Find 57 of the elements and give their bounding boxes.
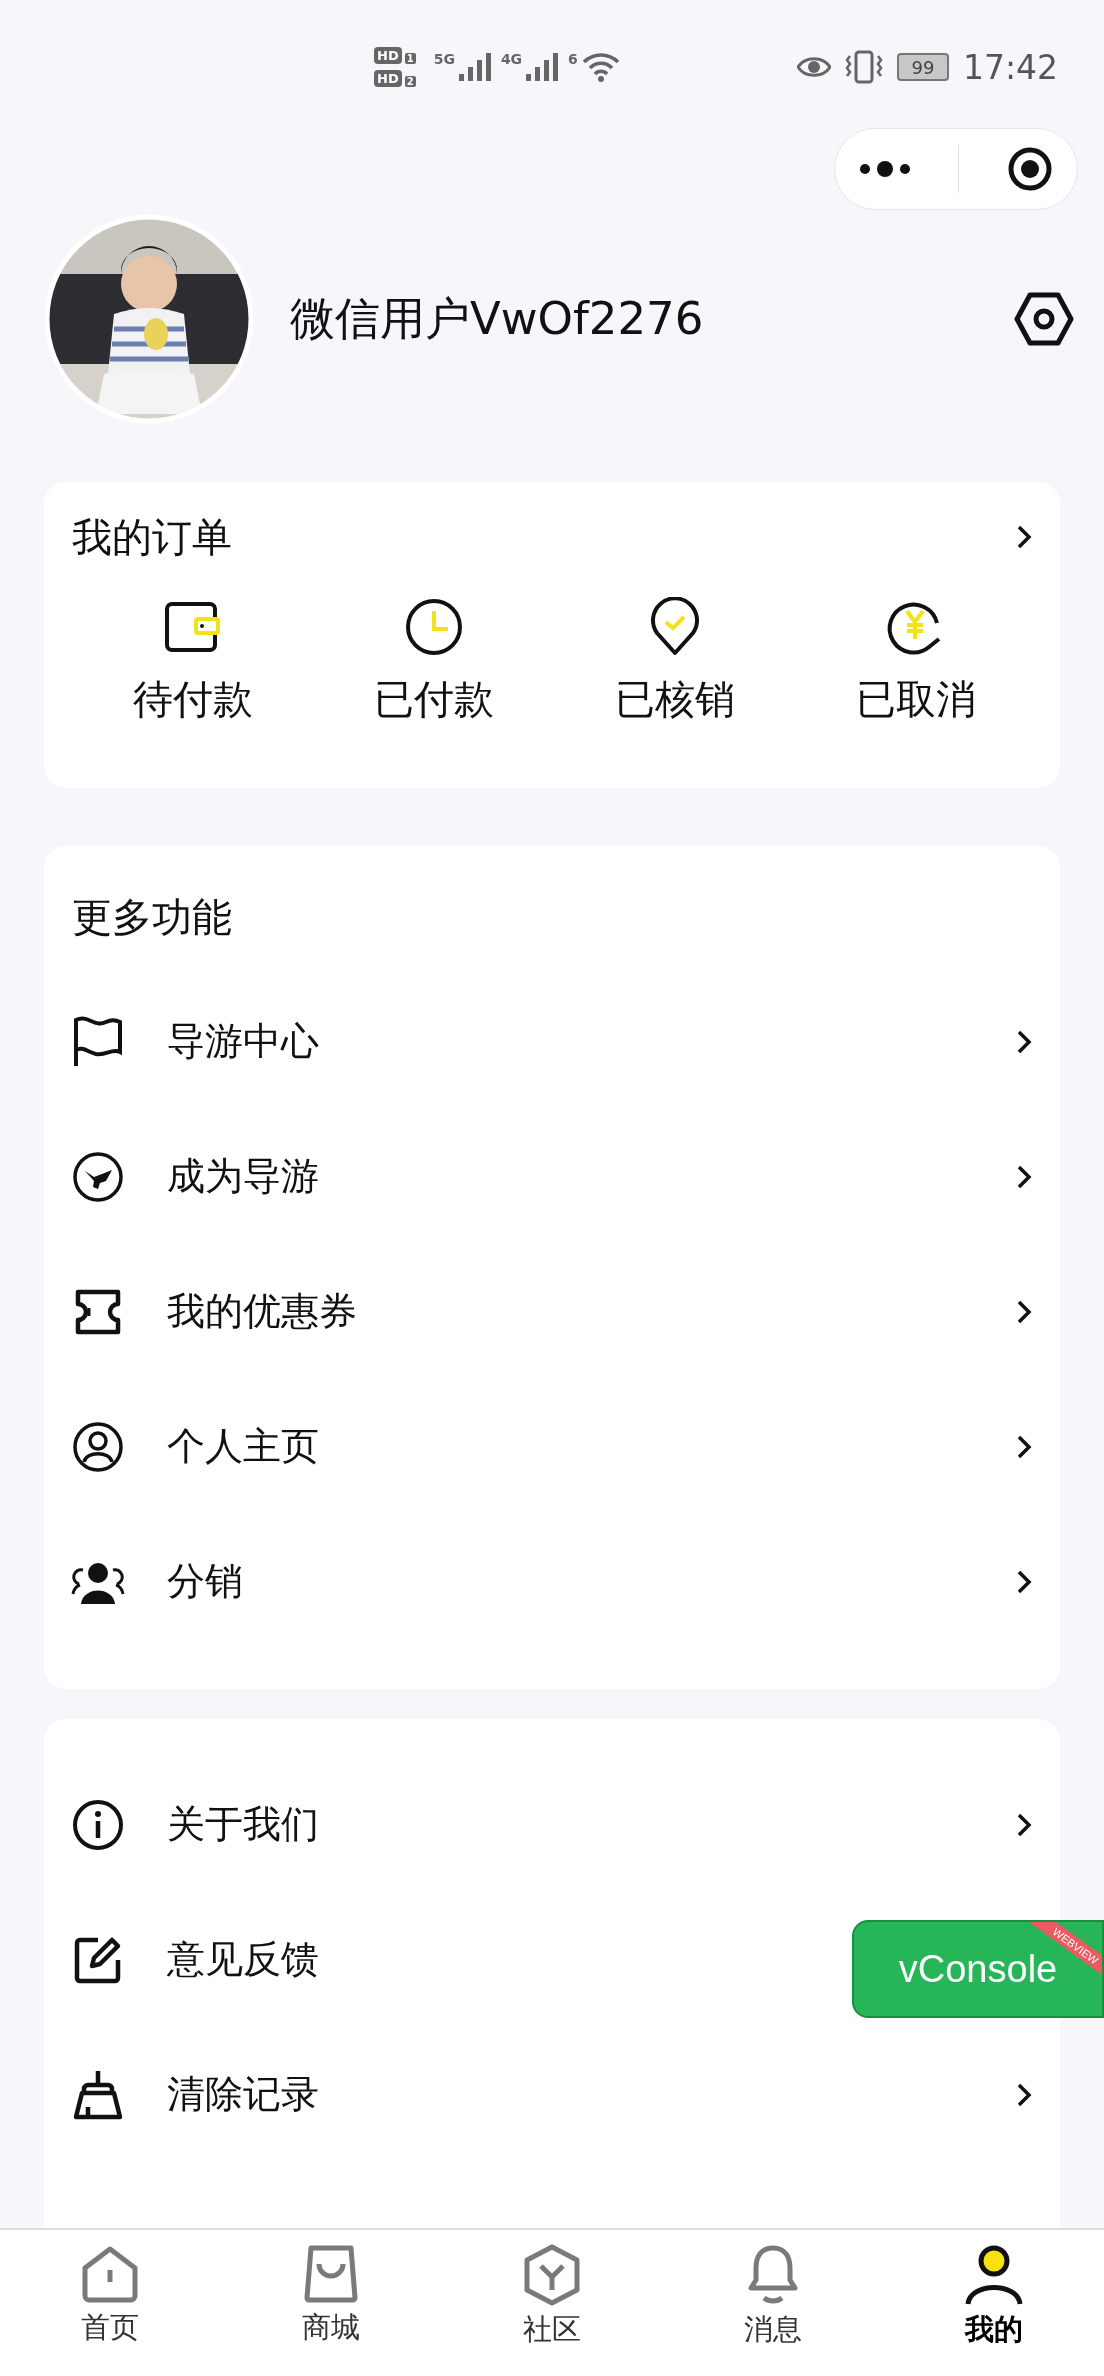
battery-level: 99 — [911, 56, 935, 78]
section-title: 更多功能 — [72, 894, 232, 940]
bell-icon — [746, 2244, 799, 2306]
chevron-right-icon — [1016, 1298, 1032, 1325]
section-title: 我的订单 — [72, 512, 232, 562]
menu-item[interactable]: 导游中心 — [44, 974, 1060, 1109]
settings-icon[interactable] — [1014, 292, 1074, 346]
wifi-icon — [581, 52, 620, 82]
hd-badge: HD — [374, 70, 402, 87]
location-pin-icon — [648, 597, 701, 657]
chevron-right-icon[interactable] — [1016, 2081, 1032, 2108]
close-icon[interactable] — [1007, 146, 1054, 192]
wifi-label: 6 — [568, 51, 578, 67]
info-icon — [72, 1798, 124, 1851]
sim-slot-label: 1 — [404, 53, 416, 64]
user-icon — [72, 1420, 124, 1473]
menu-item[interactable]: 分销 — [44, 1514, 1060, 1649]
chevron-right-icon — [1016, 1163, 1032, 1190]
flag-icon — [72, 1015, 124, 1068]
wallet-icon — [163, 601, 222, 653]
tab[interactable]: 首页 — [0, 2244, 221, 2376]
menu-item[interactable]: 我的优惠券 — [44, 1244, 1060, 1379]
order-status-link[interactable]: 已核销 — [614, 672, 735, 727]
menu-item-label[interactable]: 关于我们 — [167, 1799, 319, 1850]
chevron-right-icon[interactable] — [1016, 524, 1032, 550]
order-status-link[interactable]: 已付款 — [373, 672, 494, 727]
chevron-right-icon — [1016, 1028, 1032, 1055]
guide-badge-icon — [72, 1150, 124, 1203]
menu-item-label[interactable]: 清除记录 — [167, 2069, 319, 2120]
hd-badge: HD — [374, 47, 402, 64]
tab[interactable]: 社区 — [441, 2244, 663, 2376]
tab[interactable]: 商城 — [220, 2244, 442, 2376]
more-icon[interactable] — [858, 161, 911, 177]
network-label: 4G — [500, 51, 523, 67]
eye-icon — [796, 56, 831, 78]
order-status-link[interactable]: 待付款 — [132, 672, 253, 727]
clock-icon — [403, 597, 464, 657]
vibrate-icon — [844, 50, 883, 84]
broom-icon — [72, 2068, 124, 2121]
tab[interactable]: 消息 — [662, 2244, 884, 2376]
sim-slot-label: 2 — [404, 76, 416, 87]
bag-icon — [303, 2244, 360, 2304]
tab[interactable]: 我的 — [883, 2244, 1104, 2376]
chevron-right-icon — [1016, 1568, 1032, 1595]
status-time: 17:42 — [962, 47, 1058, 87]
hexagon-icon — [522, 2244, 582, 2306]
menu-item[interactable]: 成为导游 — [44, 1109, 1060, 1244]
chevron-right-icon[interactable] — [1016, 1811, 1032, 1838]
menu-item-label[interactable]: 意见反馈 — [167, 1934, 319, 1985]
network-label: 5G — [433, 51, 455, 67]
chevron-right-icon — [1016, 1433, 1032, 1460]
order-status-link[interactable]: 已取消 — [855, 672, 976, 727]
username: 微信用户VwOf2276 — [290, 291, 705, 347]
menu-item[interactable]: 个人主页 — [44, 1379, 1060, 1514]
signal-icon — [458, 52, 491, 82]
signal-icon — [526, 52, 559, 82]
home-icon — [80, 2244, 141, 2304]
